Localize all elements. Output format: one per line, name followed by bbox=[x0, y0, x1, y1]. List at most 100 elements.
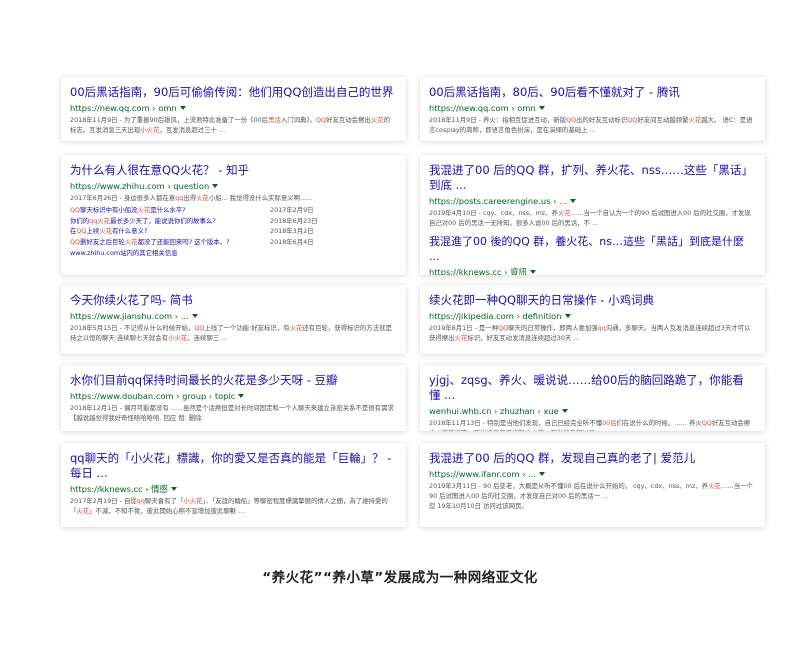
result-url-text: https://posts.careerengine.us › ... bbox=[429, 196, 567, 206]
result-url: wenhui.whb.cn › zhuzhan › xue bbox=[429, 405, 755, 417]
related-question-date: 2017年2月9日 bbox=[270, 206, 314, 214]
search-result-card: qq聊天的「小火花」標識，你的愛又是否真的能是「巨輪」？ - 每日 ... htt… bbox=[61, 443, 406, 527]
dropdown-caret-icon[interactable] bbox=[569, 199, 576, 203]
result-title-link[interactable]: 00后黑话指南，80后、90后看不懂就对了 - 腾讯 bbox=[429, 85, 755, 100]
result-snippet: 2018年11月9日 - 养火：指相互促进互动，新版QQ出的好友互动标识QQ好友… bbox=[429, 116, 753, 134]
result-snippet: 2019年3月11日 - 90 后变老，大概是从听不懂00 后在说什么开始的。 … bbox=[429, 482, 753, 510]
keyword-highlight: QQ bbox=[316, 116, 327, 124]
result-snippet: 2017年2月19日 - 自從qq聊天會有了「小火花」、「友誼的輪船」等聊密程度… bbox=[70, 497, 388, 515]
result-url-text: https://www.douban.com › group › topic bbox=[70, 391, 236, 401]
result-title-link[interactable]: 为什么有人很在意QQ火花？ - 知乎 bbox=[70, 163, 396, 178]
related-question-date: 2018年6月4日 bbox=[270, 237, 314, 246]
result-snippet: 2017年6月26日 - 身边很多人都在意qq出得火花小船... 我觉得没什么实… bbox=[70, 194, 313, 202]
related-question-row: QQ聊天标识中有小船没火花是什么水平? 2017年2月9日 bbox=[70, 205, 396, 216]
result-url: https://kknews.cc › 情感 bbox=[70, 483, 396, 495]
result-url-text: https://new.qq.com › omn bbox=[429, 103, 536, 113]
keyword-highlight: QQ bbox=[70, 206, 81, 214]
keyword-highlight: qq bbox=[136, 497, 145, 505]
keyword-highlight: 小火花 bbox=[168, 334, 188, 342]
result-url-text: https://kknews.cc › 情感 bbox=[70, 484, 168, 494]
result-snippet: 2018年5月15日 - 不记得从什么时候开始，QQ上线了一个功能:好友标识，有… bbox=[70, 324, 392, 342]
keyword-highlight: qq bbox=[175, 194, 184, 202]
related-question-row: QQ删好友之后巨轮火花都没了还能回来吗? 这个版本。? 2018年6月4日 bbox=[70, 237, 396, 248]
dropdown-caret-icon[interactable] bbox=[238, 394, 245, 398]
search-result-card: 水你们目前qq保持时间最长的火花是多少天呀 - 豆瓣 https://www.do… bbox=[61, 365, 406, 431]
keyword-highlight: qq bbox=[597, 324, 606, 332]
search-result-card: 00后黑话指南，80后、90后看不懂就对了 - 腾讯 https://new.qq… bbox=[420, 77, 765, 141]
related-question-date: 2018年3月2日 bbox=[270, 227, 314, 235]
result-url: https://posts.careerengine.us › ... bbox=[429, 195, 755, 207]
result-title-link[interactable]: 00后黑话指南，90后可偷偷传阅：他们用QQ创造出自己的世界 bbox=[70, 85, 396, 100]
result-url-text: https://www.ifanr.com › ... bbox=[429, 469, 537, 479]
keyword-highlight: 火花 bbox=[289, 324, 303, 332]
result-snippet: 2019年4月10日 - cqy、cdx、nss、mz、养火花……当一个自认为一… bbox=[429, 209, 751, 227]
result-url: https://new.qq.com › omn bbox=[429, 102, 755, 114]
related-question-link[interactable]: QQ删好友之后巨轮火花都没了还能回来吗? 这个版本。? bbox=[70, 238, 229, 246]
related-questions: QQ聊天标识中有小船没火花是什么水平? 2017年2月9日你们的qq火花最长多少天… bbox=[70, 205, 396, 247]
related-question-row: 在QQ上续火花有什么意义? 2018年3月2日 bbox=[70, 226, 396, 237]
result-url: https://kknews.cc › 資訊 bbox=[429, 266, 755, 275]
result-title-link[interactable]: yjgj、zqsg、养火、暖说说……给00后的脑回路跪了，你能看懂 ... bbox=[429, 373, 755, 403]
dropdown-caret-icon[interactable] bbox=[170, 487, 177, 491]
keyword-highlight: QQ bbox=[566, 116, 577, 124]
keyword-highlight: QQ bbox=[701, 419, 712, 427]
keyword-highlight: 00后 bbox=[602, 419, 617, 427]
search-result-card: 我混进了00 后的QQ 群，扩列、养火花、nss……这些「黑话」到底 ... ht… bbox=[420, 155, 765, 275]
result-snippet: 2018年12月1日 - 偶月可能都没有 ......虽然是个话痨但是对长时间固… bbox=[70, 404, 394, 422]
keyword-highlight: 小火花 bbox=[140, 126, 160, 134]
result-url: https://new.qq.com › omn bbox=[70, 102, 396, 114]
result-title-link[interactable]: 水你们目前qq保持时间最长的火花是多少天呀 - 豆瓣 bbox=[70, 373, 396, 388]
related-question-link[interactable]: 在QQ上续火花有什么意义? bbox=[70, 227, 147, 235]
result-title-link[interactable]: qq聊天的「小火花」標識，你的愛又是否真的能是「巨輪」？ - 每日 ... bbox=[70, 451, 396, 481]
keyword-highlight: 火花 bbox=[708, 482, 721, 490]
result-title-link[interactable]: 我混进了00 后的QQ 群，扩列、养火花、nss……这些「黑话」到底 ... bbox=[429, 163, 755, 193]
result-snippet: 2018年11月13日 - 特别是当他们发现，自己已经完全听不懂00后们在说什么… bbox=[429, 418, 755, 431]
search-result-card: yjgj、zqsg、养火、暖说说……给00后的脑回路跪了，你能看懂 ... wen… bbox=[420, 365, 765, 431]
keyword-highlight: 火花 bbox=[99, 227, 113, 235]
result-url: https://www.jianshu.com › ... bbox=[70, 310, 396, 322]
dropdown-caret-icon[interactable] bbox=[212, 184, 219, 188]
result-title-link[interactable]: 续火花即一种QQ聊天的日常操作 - 小鸡词典 bbox=[429, 293, 755, 308]
result-url-text: https://www.jianshu.com › ... bbox=[70, 311, 189, 321]
dropdown-caret-icon[interactable] bbox=[191, 314, 198, 318]
dropdown-caret-icon[interactable] bbox=[179, 106, 186, 110]
search-result-card: 00后黑话指南，90后可偷偷传阅：他们用QQ创造出自己的世界 https://ne… bbox=[61, 77, 406, 141]
dropdown-caret-icon[interactable] bbox=[561, 409, 568, 413]
result-title-link[interactable]: 我混进了00 后的QQ 群，发现自己真的老了| 爱范儿 bbox=[429, 451, 755, 466]
search-result-card: 我混进了00 后的QQ 群，发现自己真的老了| 爱范儿 https://www.i… bbox=[420, 443, 765, 527]
keyword-highlight: 火花 bbox=[124, 237, 138, 246]
keyword-highlight: qq火花 bbox=[89, 216, 111, 225]
result-title-link[interactable]: 我混進了00 後的QQ 群，養火花、ns…這些「黑話」到底是什麼 ... bbox=[429, 234, 755, 264]
keyword-highlight: 小火花 bbox=[183, 497, 203, 505]
result-url-text: https://jikipedia.com › definition bbox=[429, 311, 562, 321]
result-url-text: https://new.qq.com › omn bbox=[70, 103, 177, 113]
figure-caption: “养火花”“养小草”发展成为一种网络亚文化 bbox=[262, 570, 538, 586]
dropdown-caret-icon[interactable] bbox=[564, 314, 571, 318]
related-question-date: 2018年6月23日 bbox=[270, 216, 318, 225]
result-title-link[interactable]: 今天你续火花了吗- 简书 bbox=[70, 293, 396, 308]
related-question-row: 你们的qq火花最长多少天了，能说说你们的故事么? 2018年6月23日 bbox=[70, 216, 396, 227]
keyword-highlight: 火花 bbox=[196, 194, 209, 202]
dropdown-caret-icon[interactable] bbox=[538, 106, 545, 110]
search-result-card: 为什么有人很在意QQ火花？ - 知乎 https://www.zhihu.com … bbox=[61, 155, 406, 275]
dropdown-caret-icon[interactable] bbox=[539, 472, 546, 476]
more-results-link[interactable]: www.zhihu.com站内的其它相关信息 bbox=[70, 248, 396, 258]
search-result-card: 续火花即一种QQ聊天的日常操作 - 小鸡词典 https://jikipedia.… bbox=[420, 285, 765, 354]
keyword-highlight: 火花 bbox=[370, 116, 384, 124]
result-snippet: 2019年8月1日 - 是一种QQ聊天的日常操作，即两人要加强qq沟通，多聊天。… bbox=[429, 324, 751, 342]
result-url: https://jikipedia.com › definition bbox=[429, 310, 755, 322]
related-question-link[interactable]: 你们的qq火花最长多少天了，能说说你们的故事么? bbox=[70, 217, 216, 225]
keyword-highlight: 黑话 bbox=[268, 116, 281, 124]
keyword-highlight: QQ bbox=[627, 116, 638, 124]
keyword-highlight: 火花 bbox=[137, 206, 151, 214]
keyword-highlight: 火花 bbox=[454, 334, 468, 342]
keyword-highlight: 火花 bbox=[76, 507, 90, 515]
dropdown-caret-icon[interactable] bbox=[529, 270, 536, 274]
keyword-highlight: 火花 bbox=[557, 209, 571, 217]
result-snippet: 2018年11月9日 - 为了重振90后雄风，上流君特此准备了一份《00后黑话入… bbox=[70, 116, 390, 134]
keyword-highlight: QQ bbox=[194, 324, 205, 332]
result-url: https://www.ifanr.com › ... bbox=[429, 468, 755, 480]
related-question-link[interactable]: QQ聊天标识中有小船没火花是什么水平? bbox=[70, 206, 186, 214]
result-url-text: https://www.zhihu.com › question bbox=[70, 181, 210, 191]
keyword-highlight: 火花 bbox=[688, 116, 702, 124]
